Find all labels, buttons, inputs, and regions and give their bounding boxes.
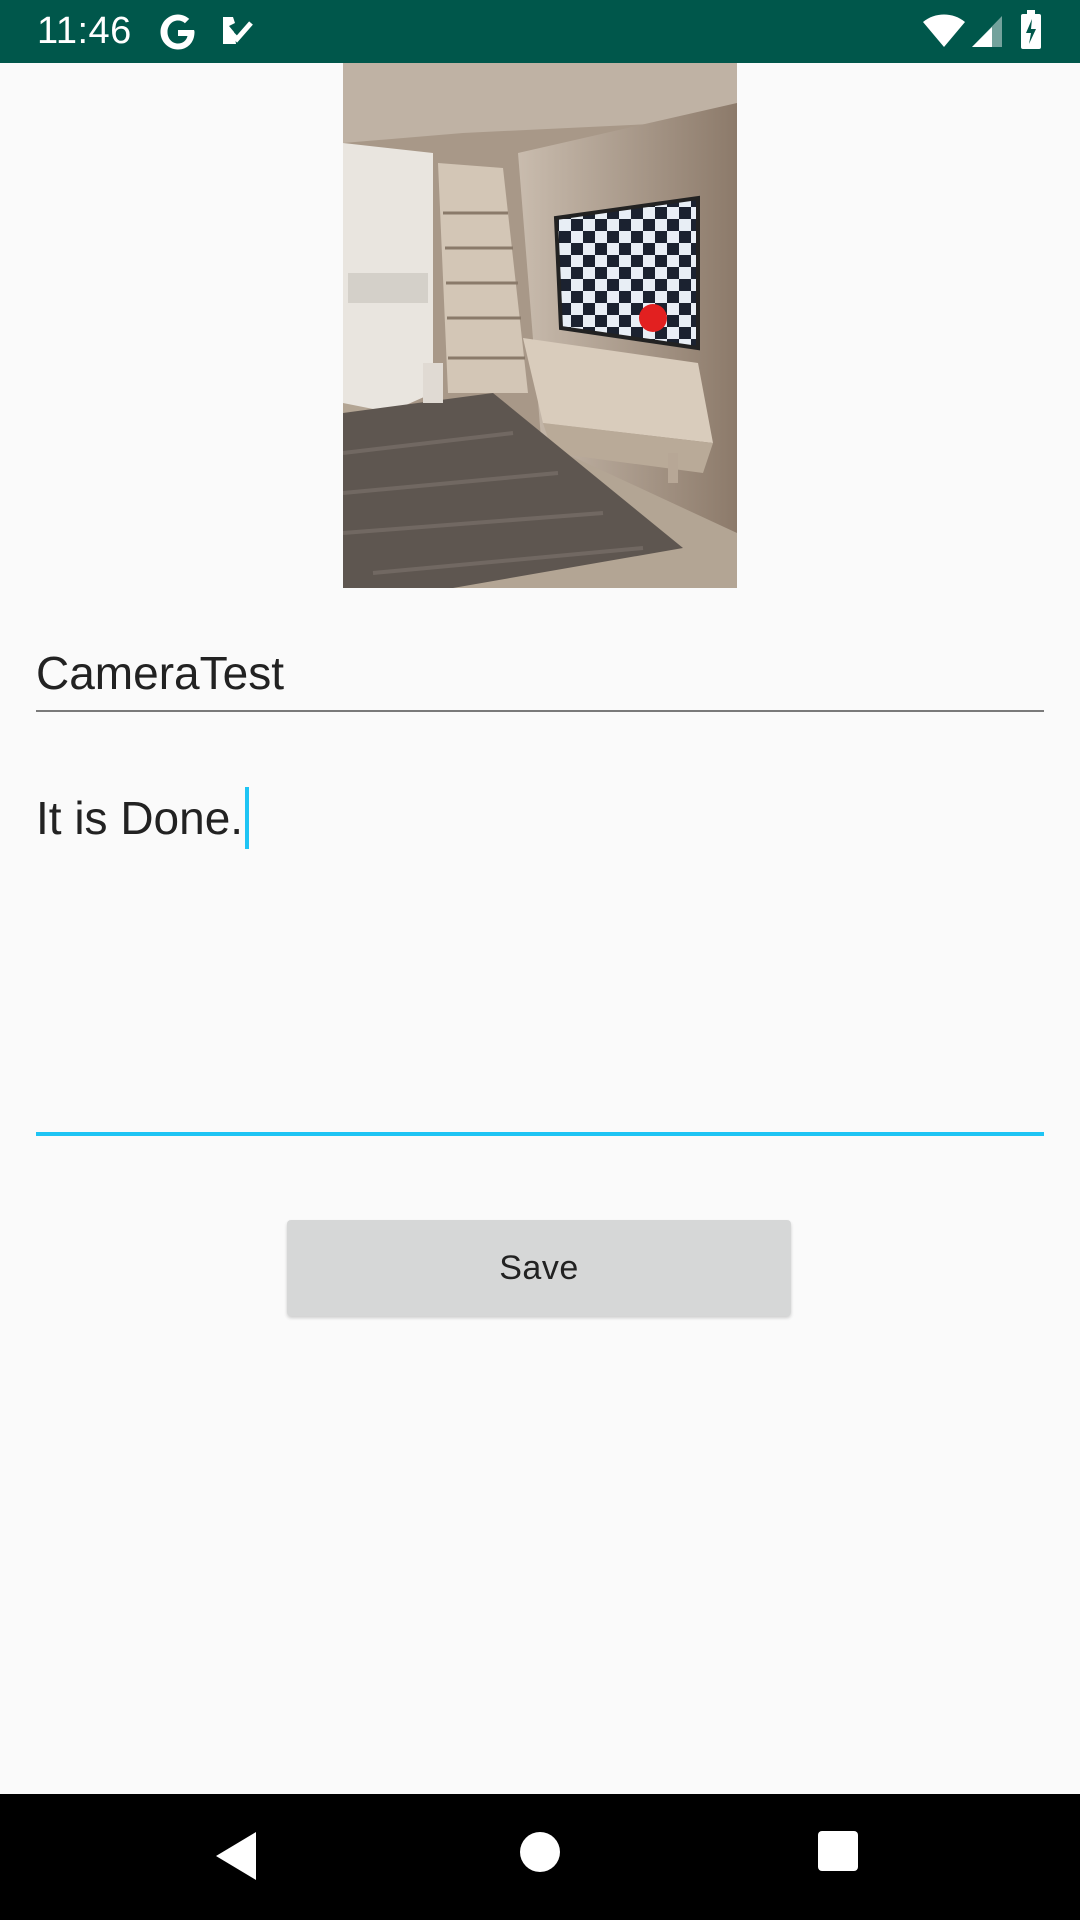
wifi-icon — [923, 14, 965, 47]
body-text-field[interactable]: It is Done. — [36, 770, 1044, 1136]
title-value: CameraTest — [36, 647, 284, 699]
task-check-icon — [223, 17, 253, 44]
recents-icon[interactable] — [818, 1831, 858, 1871]
home-icon[interactable] — [520, 1832, 560, 1872]
room-photo — [343, 63, 737, 588]
save-button[interactable]: Save — [287, 1220, 791, 1316]
google-icon — [160, 14, 195, 50]
status-time: 11:46 — [37, 10, 132, 52]
signal-icon — [972, 16, 1002, 47]
text-cursor — [245, 787, 250, 849]
body-line: It is Done. — [36, 785, 250, 851]
status-bar: 11:46 — [0, 0, 1080, 63]
body-value: It is Done. — [36, 792, 244, 844]
navigation-bar — [0, 1794, 1080, 1920]
back-icon[interactable] — [214, 1830, 258, 1882]
title-field[interactable]: CameraTest — [36, 640, 1044, 712]
battery-icon — [1021, 10, 1041, 49]
